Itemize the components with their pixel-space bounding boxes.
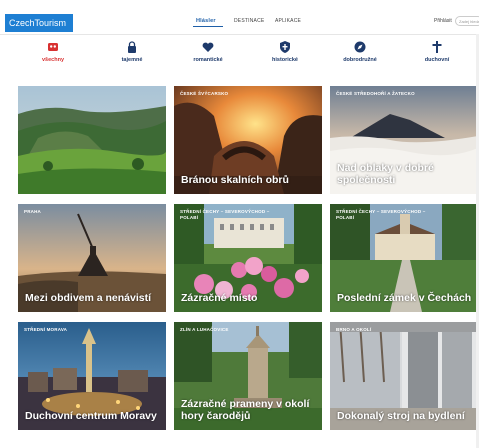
category-historic[interactable]: historické [255,36,315,74]
tile-green-hills[interactable] [18,86,166,194]
tile-region: Brno a okolí [336,327,372,332]
category-adventure[interactable]: dobrodružné [330,36,390,74]
nav-item-aplikace[interactable]: APLIKACE [275,18,301,24]
tile-last-chateau[interactable]: Střední Čechy – Severovýchod – Polabí Po… [330,204,478,312]
compass-icon [354,41,366,53]
nav-active-underline [193,26,223,27]
tile-perfect-machine[interactable]: Brno a okolí Dokonalý stroj na bydlení [330,322,478,430]
tile-miraculous-place[interactable]: Střední Čechy – Severovýchod – Polabí Zá… [174,204,322,312]
login-link[interactable]: Přihlásit [434,18,452,24]
category-label: romantické [193,57,223,63]
shield-cross-icon [280,41,290,53]
category-all[interactable]: všechny [23,36,83,74]
category-bar: všechny tajemné romantické historické do… [0,36,479,74]
tile-title: Bránou skalních obrů [181,174,289,186]
category-label: historické [272,57,298,63]
tile-title: Zázračné místo [181,292,258,304]
tile-region: Zlín a Luhačovice [180,327,229,332]
tile-region: České Středohoří a Žatecko [336,91,415,96]
hearts-icon [48,43,58,51]
category-romantic[interactable]: romantické [178,36,238,74]
tile-title: Poslední zámek v Čechách [337,292,472,304]
tile-title: Dokonalý stroj na bydlení [337,410,465,422]
tile-region: České Švýcarsko [180,91,229,96]
tile-image [18,86,166,194]
tile-region: Praha [24,209,42,214]
site-logo[interactable]: CzechTourism [5,14,73,32]
tile-region: Střední Morava [24,327,68,332]
category-label: tajemné [121,57,143,63]
nav-item-hlasler[interactable]: Hlásler [196,18,216,24]
tile-metronome[interactable]: Praha Mezi obdivem a nenávistí [18,204,166,312]
tile-title: Nad oblaky v dobré společnosti [337,162,434,186]
search-input[interactable]: Zadej hledat [455,16,479,26]
category-label: dobrodružné [343,57,377,63]
cross-icon [432,41,442,53]
tile-title: Zázračné prameny v okolí hory čarodějů [181,398,310,422]
tile-above-clouds[interactable]: České Středohoří a Žatecko Nad oblaky v … [330,86,478,194]
lock-icon [128,41,136,53]
category-spiritual[interactable]: duchovní [407,36,467,74]
category-label: duchovní [424,57,450,63]
tile-title: Duchovní centrum Moravy [25,410,157,422]
tile-pravcicka-gate[interactable]: České Švýcarsko Bránou skalních obrů [174,86,322,194]
heart-icon [202,42,214,52]
nav-item-destinace[interactable]: DESTINACE [234,18,264,24]
tile-title: Mezi obdivem a nenávistí [25,292,152,304]
category-label: všechny [41,57,64,63]
tile-miraculous-springs[interactable]: Zlín a Luhačovice Zázračné prameny v oko… [174,322,322,430]
tile-region: Střední Čechy – Severovýchod – Polabí [180,209,270,220]
tile-spiritual-center[interactable]: Střední Morava Duchovní centrum Moravy [18,322,166,430]
top-bar: CzechTourism Hlásler DESTINACE APLIKACE … [0,0,479,35]
category-mysterious[interactable]: tajemné [102,36,162,74]
tile-region: Střední Čechy – Severovýchod – Polabí [336,209,426,220]
